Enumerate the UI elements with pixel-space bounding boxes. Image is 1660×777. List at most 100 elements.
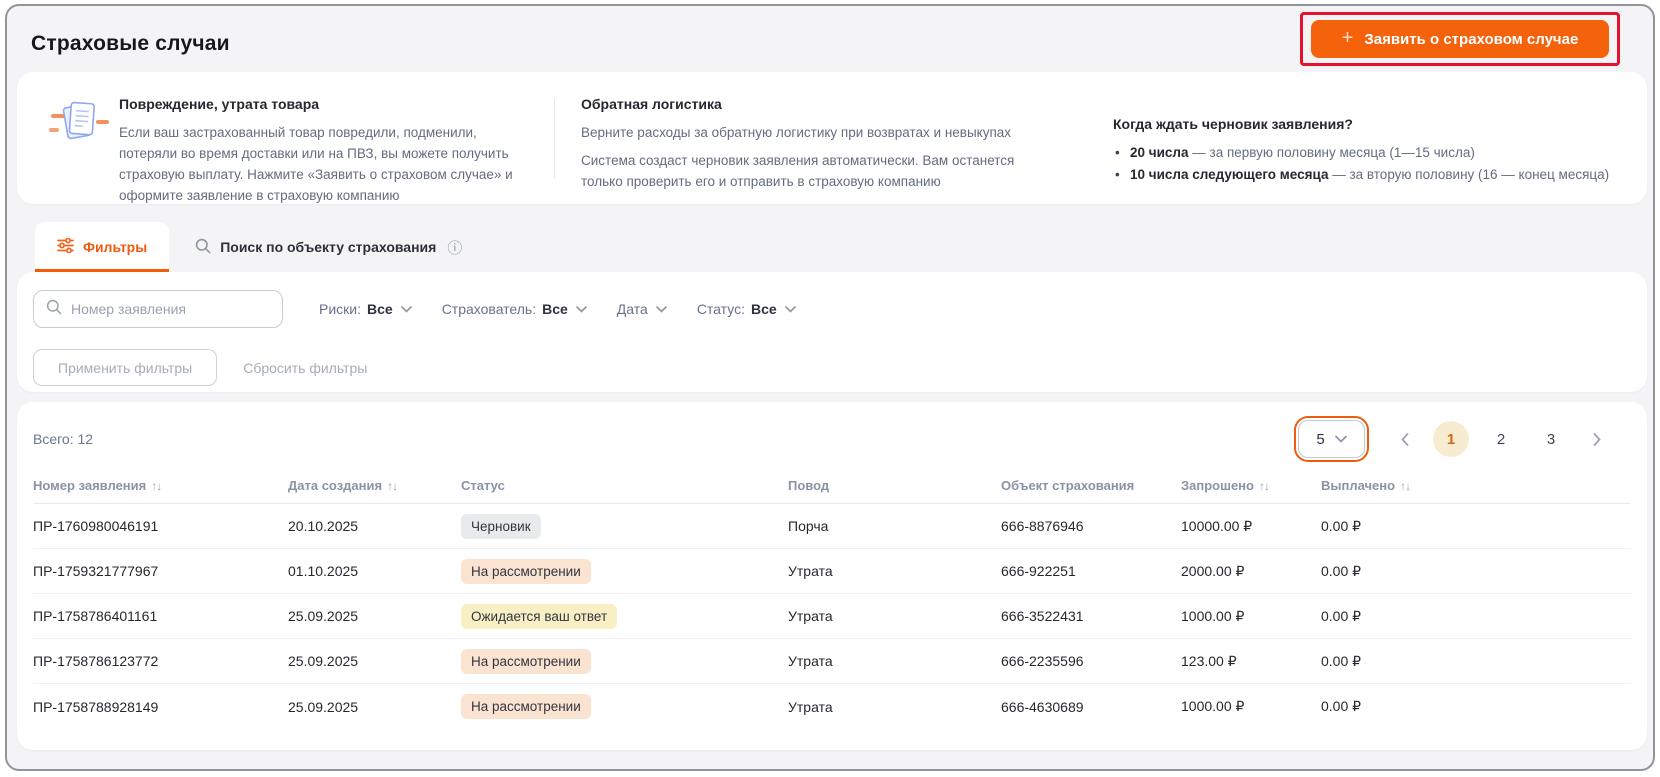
insured-object: 666-2235596 bbox=[1001, 653, 1084, 669]
draft-schedule-list: 20 числа — за первую половину месяца (1—… bbox=[1113, 142, 1639, 186]
paid-amount: 0.00 ₽ bbox=[1321, 652, 1362, 669]
status-badge: На рассмотрении bbox=[461, 694, 591, 719]
filters-panel: Риски: Все Страхователь: Все Дата Статус… bbox=[17, 272, 1647, 392]
info-damage-section: Повреждение, утрата товара Если ваш заст… bbox=[119, 96, 533, 206]
page-title: Страховые случаи bbox=[31, 32, 230, 55]
dropdown-label: Страхователь: bbox=[441, 301, 537, 317]
dropdown-value: Все bbox=[750, 301, 777, 317]
table-row[interactable]: ПР-1760980046191 20.10.2025 Черновик Пор… bbox=[33, 504, 1631, 549]
claim-reason: Порча bbox=[788, 518, 829, 534]
paid-amount: 0.00 ₽ bbox=[1321, 698, 1362, 714]
chevron-right-icon bbox=[1593, 432, 1601, 446]
claim-number: ПР-1758786401161 bbox=[33, 608, 158, 624]
info-draft-schedule-title: Когда ждать черновик заявления? bbox=[1113, 116, 1353, 132]
next-page-button[interactable] bbox=[1583, 421, 1611, 457]
claim-number-search[interactable] bbox=[33, 290, 283, 328]
search-icon bbox=[46, 299, 62, 320]
paid-amount: 0.00 ₽ bbox=[1321, 517, 1362, 534]
dropdown-value: Все bbox=[542, 301, 568, 317]
column-header-number[interactable]: Номер заявления ↑↓ bbox=[33, 478, 288, 493]
prev-page-button[interactable] bbox=[1391, 421, 1419, 457]
info-logistics-section: Обратная логистика Верните расходы за об… bbox=[581, 96, 1053, 192]
insured-object: 666-922251 bbox=[1001, 563, 1076, 579]
table-row[interactable]: ПР-1758788928149 25.09.2025 На рассмотре… bbox=[33, 684, 1631, 729]
apply-filters-button[interactable]: Применить фильтры bbox=[33, 349, 218, 386]
table-row[interactable]: ПР-1758786401161 25.09.2025 Ожидается ва… bbox=[33, 594, 1631, 639]
filter-dropdowns: Риски: Все Страхователь: Все Дата Статус… bbox=[319, 301, 796, 317]
page-button-3[interactable]: 3 bbox=[1533, 421, 1569, 457]
documents-icon bbox=[49, 96, 111, 157]
insured-object: 666-8876946 bbox=[1001, 518, 1084, 534]
page-button-1[interactable]: 1 bbox=[1433, 421, 1469, 457]
claim-number-input[interactable] bbox=[71, 301, 270, 317]
claims-table-panel: Всего: 12 5 1 2 3 Номер заявления ↑↓ Дат… bbox=[17, 402, 1647, 750]
chevron-down-icon bbox=[400, 305, 412, 313]
annotation-highlight-box: + Заявить о страховом случае bbox=[1300, 12, 1620, 66]
reset-filters-button[interactable]: Сбросить фильтры bbox=[243, 360, 367, 376]
requested-amount: 1000.00 ₽ bbox=[1181, 607, 1245, 624]
bullet-rest: — за вторую половину (16 — конец месяца) bbox=[1328, 167, 1610, 182]
status-dropdown[interactable]: Статус: Все bbox=[697, 301, 796, 317]
claim-date: 25.09.2025 bbox=[288, 698, 359, 715]
date-dropdown[interactable]: Дата bbox=[617, 301, 667, 317]
report-insurance-case-button[interactable]: + Заявить о страховом случае bbox=[1311, 20, 1609, 58]
info-damage-text: Если ваш застрахованный товар повредили,… bbox=[119, 125, 513, 203]
page-button-2[interactable]: 2 bbox=[1483, 421, 1519, 457]
info-divider bbox=[554, 98, 555, 178]
bullet-bold: 10 числа следующего месяца bbox=[1130, 167, 1329, 182]
info-logistics-title: Обратная логистика bbox=[581, 96, 722, 112]
sort-arrows-icon[interactable]: ↑↓ bbox=[387, 479, 398, 493]
claims-table: Номер заявления ↑↓ Дата создания ↑↓ Статус… bbox=[33, 468, 1631, 729]
claim-date: 25.09.2025 bbox=[288, 653, 359, 669]
table-row[interactable]: ПР-1759321777967 01.10.2025 На рассмотре… bbox=[33, 549, 1631, 594]
requested-amount: 2000.00 ₽ bbox=[1181, 562, 1245, 579]
claim-date: 01.10.2025 bbox=[288, 563, 359, 579]
chevron-left-icon bbox=[1401, 432, 1409, 446]
requested-amount: 123.00 ₽ bbox=[1181, 652, 1237, 669]
paid-amount: 0.00 ₽ bbox=[1321, 607, 1362, 624]
risks-dropdown[interactable]: Риски: Все bbox=[319, 301, 412, 317]
page-size-select[interactable]: 5 bbox=[1298, 420, 1365, 458]
column-header-date[interactable]: Дата создания ↑↓ bbox=[288, 478, 461, 493]
report-insurance-case-label: Заявить о страховом случае bbox=[1364, 30, 1579, 48]
filter-actions: Применить фильтры Сбросить фильтры bbox=[33, 349, 367, 386]
pagination: 5 1 2 3 bbox=[1298, 420, 1611, 458]
insurer-dropdown[interactable]: Страхователь: Все bbox=[442, 301, 587, 317]
status-badge: Черновик bbox=[461, 513, 541, 539]
column-header-object: Объект страхования bbox=[1001, 478, 1135, 493]
sort-arrows-icon[interactable]: ↑↓ bbox=[1400, 479, 1411, 493]
table-header-row: Номер заявления ↑↓ Дата создания ↑↓ Статус… bbox=[33, 468, 1631, 504]
table-row[interactable]: ПР-1758786123772 25.09.2025 На рассмотре… bbox=[33, 639, 1631, 684]
plus-icon: + bbox=[1341, 26, 1354, 49]
tab-filters-label: Фильтры bbox=[83, 239, 148, 255]
tab-bar: Фильтры Поиск по объекту страхования ⓘ bbox=[35, 222, 488, 272]
tab-search-by-object[interactable]: Поиск по объекту страхования ⓘ bbox=[169, 222, 488, 272]
sort-arrows-icon[interactable]: ↑↓ bbox=[1259, 479, 1270, 493]
column-header-requested[interactable]: Запрошено ↑↓ bbox=[1181, 478, 1321, 493]
info-damage-title: Повреждение, утрата товара bbox=[119, 96, 320, 112]
search-icon bbox=[195, 238, 211, 257]
bullet-rest: — за первую половину месяца (1—15 числа) bbox=[1188, 145, 1475, 160]
filter-sliders-icon bbox=[57, 237, 74, 256]
claim-date: 25.09.2025 bbox=[288, 608, 359, 624]
table-controls: Всего: 12 5 1 2 3 bbox=[33, 418, 1611, 460]
insured-object: 666-3522431 bbox=[1001, 608, 1084, 624]
chevron-down-icon bbox=[575, 305, 587, 313]
claim-date: 20.10.2025 bbox=[288, 518, 359, 534]
claim-reason: Утрата bbox=[788, 653, 833, 669]
info-panel: Повреждение, утрата товара Если ваш заст… bbox=[17, 72, 1647, 204]
claim-number: ПР-1758786123772 bbox=[33, 653, 159, 669]
chevron-down-icon bbox=[656, 305, 667, 313]
column-header-paid[interactable]: Выплачено ↑↓ bbox=[1321, 478, 1631, 493]
app-window: Страховые случаи + Заявить о страховом с… bbox=[5, 4, 1655, 771]
status-badge: На рассмотрении bbox=[461, 558, 591, 584]
claim-number: ПР-1759321777967 bbox=[33, 563, 159, 579]
sort-arrows-icon[interactable]: ↑↓ bbox=[151, 479, 162, 493]
dropdown-label: Дата bbox=[616, 301, 648, 317]
info-icon[interactable]: ⓘ bbox=[447, 237, 462, 258]
column-header-reason: Повод bbox=[788, 478, 830, 493]
claim-number: ПР-1758788928149 bbox=[33, 698, 159, 715]
requested-amount: 1000.00 ₽ bbox=[1181, 698, 1245, 714]
list-item: 10 числа следующего месяца — за вторую п… bbox=[1113, 164, 1639, 186]
tab-filters[interactable]: Фильтры bbox=[35, 222, 170, 272]
